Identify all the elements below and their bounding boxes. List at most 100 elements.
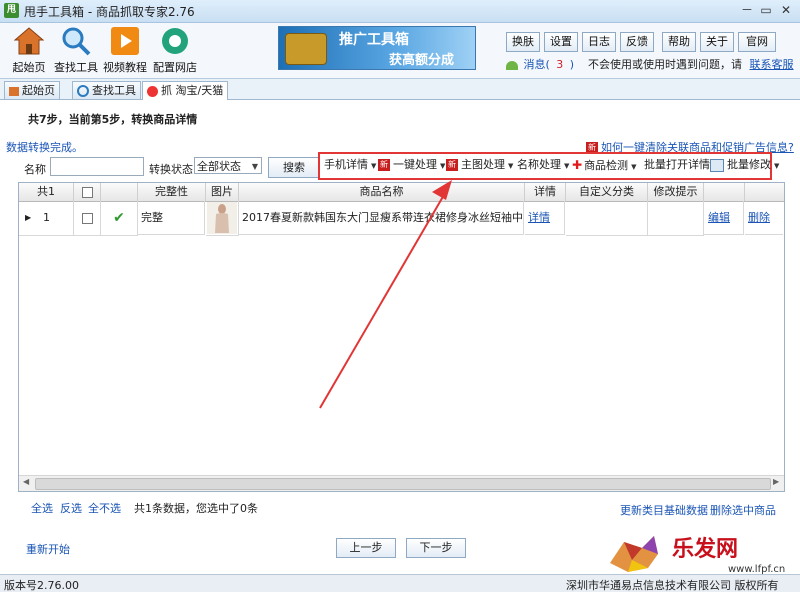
tab-taobao-label: 抓 淘宝/天猫 <box>161 84 224 97</box>
tool-video[interactable]: 视频教程 <box>100 25 150 75</box>
status-filter-label: 转换状态 <box>149 163 193 176</box>
play-icon <box>111 27 139 55</box>
tab-home-label: 起始页 <box>22 84 55 97</box>
grid-header: 共1 完整性 图片 商品名称 详情 自定义分类 修改提示 <box>19 183 784 202</box>
table-row[interactable]: ▶ 1 ✔ 完整 2017春夏新款韩国东大门显瘦系带连衣裙修身冰丝短袖中长款..… <box>19 201 784 236</box>
status-filter-select[interactable]: 全部状态 ▼ <box>194 157 262 174</box>
prev-step-button[interactable]: 上一步 <box>336 538 396 558</box>
promo-banner[interactable]: 推广工具箱 获高额分成 <box>278 26 476 70</box>
scroll-left-icon[interactable]: ◀ <box>23 477 29 486</box>
name-process-menu[interactable]: 名称处理 ▼ <box>517 157 569 173</box>
new-badge-icon: 新 <box>378 159 390 171</box>
row-completeness: 完整 <box>138 201 205 235</box>
batch-open-detail-button[interactable]: 批量打开详情 <box>644 157 710 173</box>
watermark-logo: 乐发网 www.lfpf.cn <box>610 536 785 575</box>
skin-button[interactable]: 换肤 <box>506 32 540 52</box>
row-checkbox[interactable] <box>81 212 93 224</box>
dropdown-arrow-icon: ▼ <box>440 162 446 170</box>
about-button[interactable]: 关于 <box>700 32 734 52</box>
tool-home[interactable]: 起始页 <box>4 25 54 75</box>
row-delete-link[interactable]: 删除 <box>748 211 770 224</box>
step-title: 共7步，当前第5步，转换商品详情 <box>28 113 198 126</box>
product-grid: 共1 完整性 图片 商品名称 详情 自定义分类 修改提示 ▶ 1 ✔ 完整 20… <box>18 182 785 492</box>
tool-find-label: 查找工具 <box>54 61 98 74</box>
scrollbar-thumb[interactable] <box>35 478 771 490</box>
scroll-right-icon[interactable]: ▶ <box>773 477 779 486</box>
delete-selected-link[interactable]: 删除选中商品 <box>710 502 776 518</box>
select-all-link[interactable]: 全选 <box>31 500 53 516</box>
header-count: 共1 <box>19 183 74 201</box>
status-message: 数据转换完成。 <box>6 141 83 154</box>
chevron-down-icon: ▼ <box>251 162 258 171</box>
row-image-cell[interactable] <box>206 201 239 236</box>
close-button[interactable]: ✕ <box>777 3 795 18</box>
main-toolbar: 起始页 查找工具 视频教程 配置网店 推广工具箱 获高额分成 换肤 设置 日志 … <box>0 23 800 79</box>
header-product-name: 商品名称 <box>239 183 525 201</box>
product-check-menu[interactable]: ✚ 商品检测 ▼ <box>572 157 636 173</box>
row-checkbox-cell[interactable] <box>74 201 101 236</box>
selection-summary: 共1条数据，您选中了0条 <box>134 502 258 515</box>
title-bar: 甩 甩手工具箱 - 商品抓取专家2.76 － ▭ ✕ <box>0 0 800 23</box>
header-select-all[interactable] <box>74 183 101 201</box>
header-detail: 详情 <box>525 183 566 201</box>
product-thumbnail[interactable] <box>207 202 237 234</box>
tool-home-label: 起始页 <box>12 61 46 74</box>
main-image-menu[interactable]: 新主图处理 ▼ <box>446 157 513 173</box>
invert-selection-link[interactable]: 反选 <box>60 500 82 516</box>
help-button[interactable]: 帮助 <box>662 32 696 52</box>
help-notice-text: 不会使用或使用时遇到问题，请 <box>588 58 742 71</box>
minimize-button[interactable]: － <box>738 3 756 18</box>
batch-edit-label: 批量修改 <box>727 158 771 171</box>
contact-support-link[interactable]: 联系客服 <box>750 58 794 71</box>
next-step-button[interactable]: 下一步 <box>406 538 466 558</box>
select-all-checkbox[interactable] <box>81 186 93 198</box>
search-button[interactable]: 搜索 <box>268 157 320 178</box>
row-custom-category[interactable] <box>566 201 648 236</box>
dropdown-arrow-icon: ▼ <box>774 162 780 170</box>
tab-strip: 起始页 查找工具 抓 淘宝/天猫 <box>0 79 800 100</box>
message-row: 消息( 3 ) <box>506 56 574 72</box>
home-icon <box>13 27 45 55</box>
website-button[interactable]: 官网 <box>738 32 776 52</box>
row-index-cell: ▶ 1 <box>19 201 74 236</box>
restore-button[interactable]: ▭ <box>757 3 775 18</box>
tab-taobao[interactable]: 抓 淘宝/天猫 <box>142 81 229 100</box>
restart-link[interactable]: 重新开始 <box>26 541 70 557</box>
update-category-link[interactable]: 更新类目基础数据 <box>620 502 708 518</box>
one-click-label: 一键处理 <box>393 158 437 171</box>
name-filter-label: 名称 <box>24 163 46 176</box>
main-image-label: 主图处理 <box>461 158 505 171</box>
row-delete-cell: 删除 <box>745 201 783 235</box>
row-detail-link[interactable]: 详情 <box>528 211 550 224</box>
name-filter-input[interactable] <box>50 157 144 176</box>
row-edit-link[interactable]: 编辑 <box>708 211 730 224</box>
banner-line2: 获高额分成 <box>389 53 455 68</box>
product-check-label: 商品检测 <box>584 159 629 172</box>
message-icon <box>506 60 518 70</box>
tool-config[interactable]: 配置网店 <box>150 25 200 75</box>
header-edit-tip: 修改提示 <box>648 183 704 201</box>
magnifier-icon <box>77 85 89 97</box>
magnifier-icon <box>62 27 91 56</box>
tool-find[interactable]: 查找工具 <box>51 25 101 75</box>
batch-edit-menu[interactable]: 批量修改 ▼ <box>710 157 779 173</box>
help-notice: 不会使用或使用时遇到问题，请 联系客服 <box>588 56 794 72</box>
row-index: 1 <box>43 211 50 224</box>
horizontal-scrollbar[interactable]: ◀ ▶ <box>19 475 784 491</box>
settings-button[interactable]: 设置 <box>544 32 578 52</box>
watermark-text: 乐发网 <box>672 536 738 562</box>
row-detail-cell: 详情 <box>525 201 565 235</box>
feedback-button[interactable]: 反馈 <box>620 32 654 52</box>
mobile-detail-menu[interactable]: 手机详情 ▼ <box>324 157 376 173</box>
new-badge-icon: 新 <box>446 159 458 171</box>
app-logo: 甩 <box>4 3 19 18</box>
tab-home[interactable]: 起始页 <box>4 81 60 99</box>
tab-find-tools[interactable]: 查找工具 <box>72 81 141 99</box>
row-edit-tip <box>648 201 704 236</box>
messages-label: 消息( <box>523 58 550 71</box>
one-click-menu[interactable]: 新一键处理 ▼ <box>378 157 445 173</box>
log-button[interactable]: 日志 <box>582 32 616 52</box>
messages-link[interactable]: 消息( 3 ) <box>524 58 575 71</box>
select-none-link[interactable]: 全不选 <box>88 500 121 516</box>
dropdown-arrow-icon: ▼ <box>371 162 377 170</box>
